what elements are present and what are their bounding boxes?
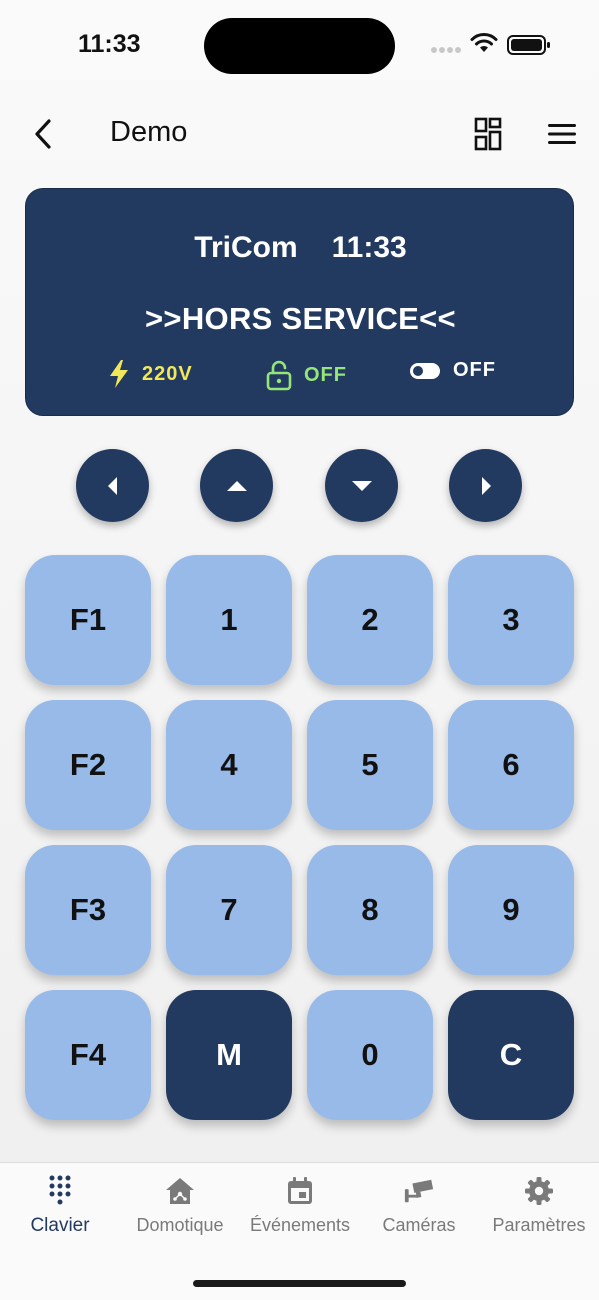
lock-status: OFF: [266, 359, 347, 391]
caret-right-icon: [481, 476, 491, 495]
back-button[interactable]: [26, 114, 60, 154]
switch-status: OFF: [409, 359, 496, 382]
key-4[interactable]: 4: [166, 700, 292, 830]
key-1[interactable]: 1: [166, 555, 292, 685]
dynamic-island: [204, 18, 395, 74]
page-title: Demo: [110, 116, 188, 148]
key-7[interactable]: 7: [166, 845, 292, 975]
key-9[interactable]: 9: [448, 845, 574, 975]
home-indicator: [193, 1280, 406, 1287]
key-f2[interactable]: F2: [25, 700, 151, 830]
unlock-icon: [266, 360, 292, 391]
gear-icon: [525, 1177, 553, 1205]
toggle-icon: [410, 362, 440, 379]
arrow-up-button[interactable]: [200, 449, 273, 522]
keypad-icon: [49, 1175, 71, 1205]
key-m[interactable]: M: [166, 990, 292, 1120]
key-5[interactable]: 5: [307, 700, 433, 830]
arrow-left-button[interactable]: [76, 449, 149, 522]
key-2[interactable]: 2: [307, 555, 433, 685]
hamburger-menu-icon[interactable]: [544, 118, 580, 150]
tab-label-evenements: Événements: [249, 1215, 351, 1235]
wifi-icon: [470, 33, 498, 52]
power-value: 220V: [142, 362, 193, 385]
keypad-display: TriCom 11:33 >>HORS SERVICE<< 220V OFF O…: [25, 188, 574, 416]
status-time: 11:33: [78, 30, 141, 58]
camera-icon: [404, 1179, 434, 1203]
tab-parametres[interactable]: Paramètres: [479, 1175, 599, 1245]
tab-label-clavier: Clavier: [30, 1215, 90, 1236]
key-8[interactable]: 8: [307, 845, 433, 975]
key-f1[interactable]: F1: [25, 555, 151, 685]
key-3[interactable]: 3: [448, 555, 574, 685]
caret-up-icon: [226, 480, 247, 491]
caret-left-icon: [107, 476, 117, 495]
status-bar: 11:33: [0, 0, 599, 90]
display-clock: 11:33: [331, 231, 407, 264]
tab-evenements[interactable]: Événements: [240, 1175, 360, 1245]
tab-label-cameras: Caméras: [382, 1215, 456, 1235]
tab-label-domotique: Domotique: [136, 1215, 224, 1235]
tab-cameras[interactable]: Caméras: [359, 1175, 479, 1245]
caret-down-icon: [351, 480, 372, 491]
display-message: >>HORS SERVICE<<: [145, 301, 456, 336]
dashboard-view-icon[interactable]: [470, 116, 506, 152]
key-f4[interactable]: F4: [25, 990, 151, 1120]
arrow-right-button[interactable]: [449, 449, 522, 522]
calendar-icon: [288, 1177, 312, 1204]
arrow-down-button[interactable]: [325, 449, 398, 522]
tab-clavier[interactable]: Clavier: [0, 1175, 120, 1245]
tab-label-parametres: Paramètres: [492, 1215, 586, 1235]
key-f3[interactable]: F3: [25, 845, 151, 975]
key-c[interactable]: C: [448, 990, 574, 1120]
smart-home-icon: [166, 1178, 194, 1204]
display-brand: TriCom: [194, 231, 298, 264]
bolt-icon: [110, 360, 128, 388]
chevron-left-icon: [35, 119, 51, 149]
switch-value: OFF: [453, 359, 496, 381]
app-header: Demo: [0, 100, 599, 170]
cellular-signal-icon: [431, 47, 461, 53]
power-status: 220V: [108, 359, 193, 389]
key-6[interactable]: 6: [448, 700, 574, 830]
lock-value: OFF: [304, 363, 347, 386]
battery-icon: [507, 35, 550, 55]
key-0[interactable]: 0: [307, 990, 433, 1120]
tab-domotique[interactable]: Domotique: [120, 1175, 240, 1245]
